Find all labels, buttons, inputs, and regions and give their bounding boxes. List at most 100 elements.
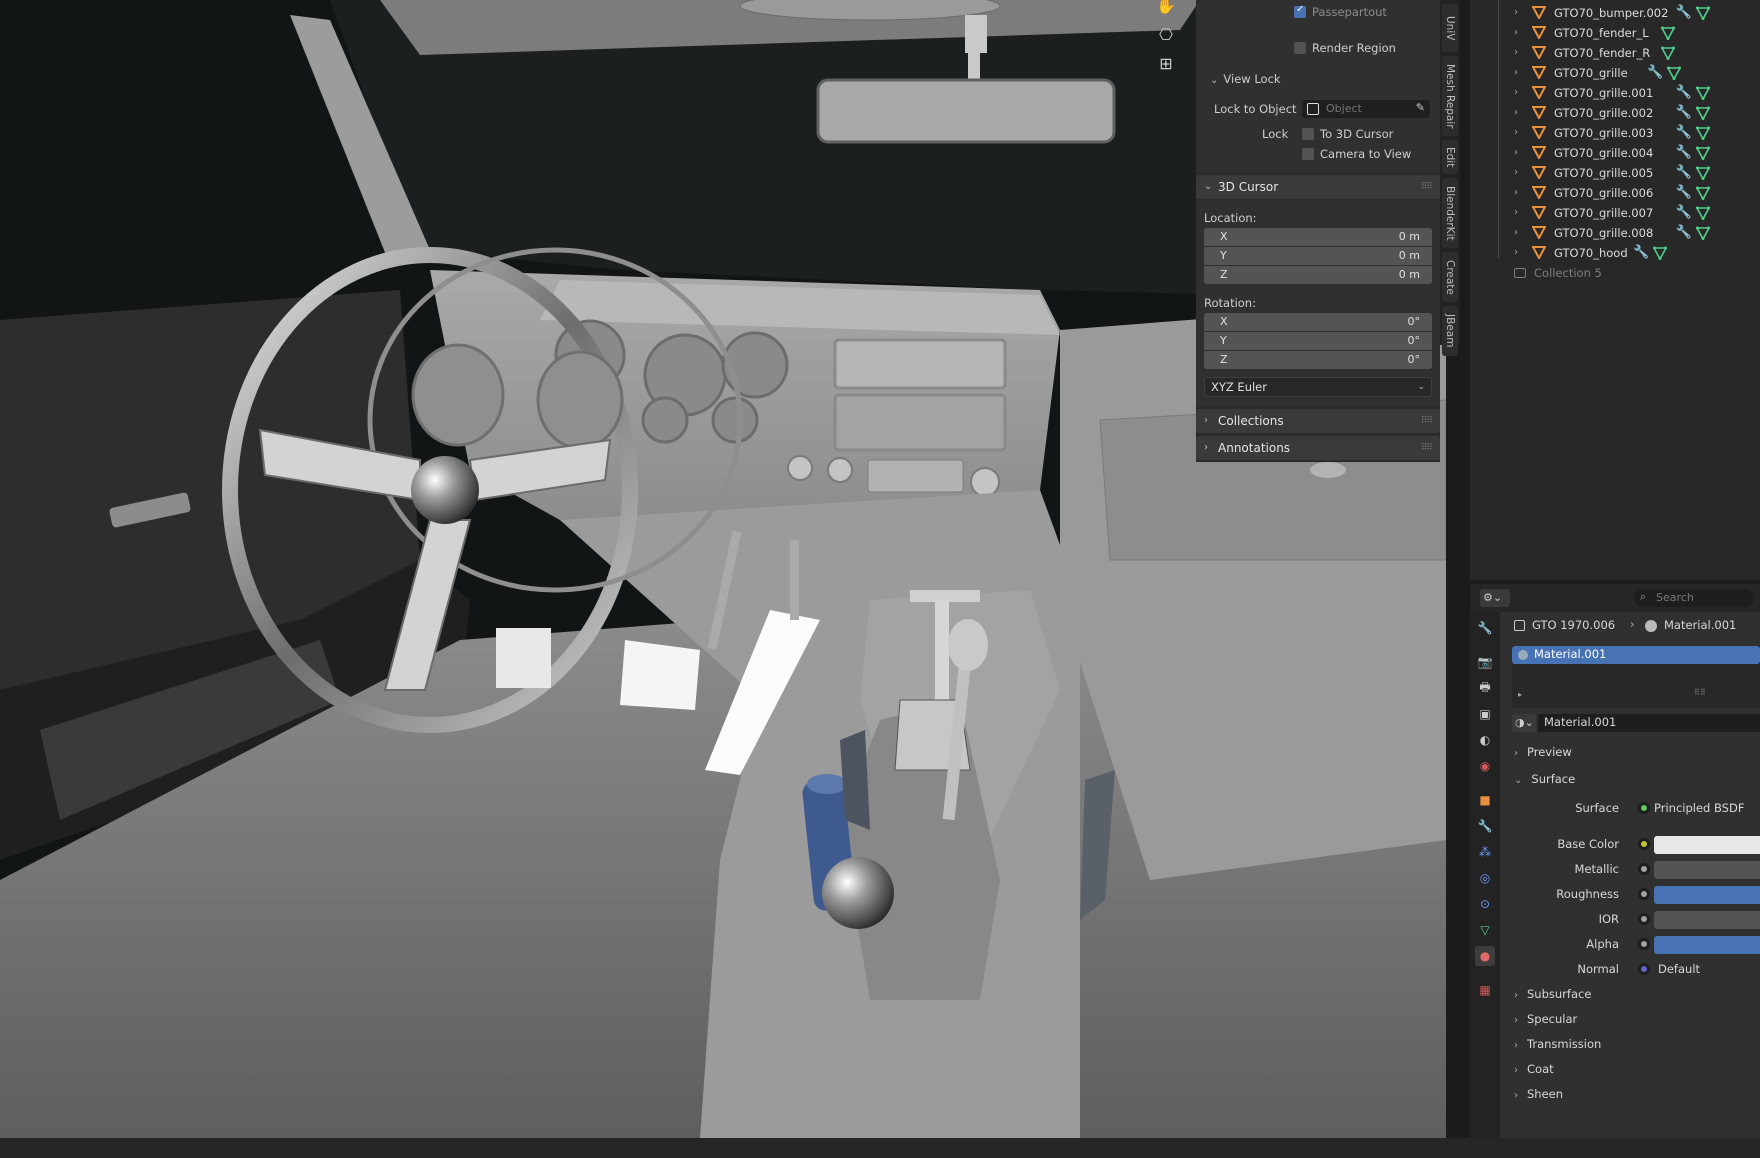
rotation-mode-dropdown[interactable]: XYZ Euler ⌄	[1204, 377, 1432, 397]
cursor-rotation-y[interactable]: Y 0°	[1204, 332, 1432, 350]
modifier-wrench-icon[interactable]: 🔧	[1676, 143, 1692, 163]
expand-chevron-icon[interactable]: ›	[1514, 183, 1518, 203]
cursor-location-x[interactable]: X0 m	[1204, 228, 1432, 246]
view-layer-tab-icon[interactable]: ▣	[1475, 704, 1495, 724]
annotations-panel-header[interactable]: › Annotations ⠿⠿	[1196, 436, 1440, 460]
mesh-data-icon[interactable]	[1695, 206, 1710, 220]
outliner-row[interactable]: › GTO70_grille.007 🔧	[1470, 203, 1760, 223]
material-slot-selected[interactable]: Material.001	[1512, 646, 1760, 664]
modifier-wrench-icon[interactable]: 🔧	[1647, 63, 1663, 83]
outliner-row[interactable]: › GTO70_grille.002 🔧	[1470, 103, 1760, 123]
mesh-data-icon[interactable]	[1695, 126, 1710, 140]
ior-field[interactable]	[1654, 911, 1760, 929]
material-browse-button[interactable]: ◑⌄	[1512, 714, 1536, 732]
alpha-slider[interactable]	[1654, 936, 1760, 954]
expand-arrow-icon[interactable]: ▸	[1518, 690, 1522, 699]
normal-input[interactable]: Default	[1658, 962, 1700, 976]
material-name-field[interactable]: Material.001	[1538, 714, 1760, 732]
metallic-slider[interactable]	[1654, 861, 1760, 879]
render-tab-icon[interactable]: 📷	[1475, 652, 1495, 672]
metallic-socket-icon[interactable]	[1638, 863, 1650, 875]
tab-blenderkit[interactable]: BlenderKit	[1442, 178, 1458, 248]
editor-type-dropdown[interactable]: ⚙⌄	[1480, 589, 1510, 607]
modifier-wrench-icon[interactable]: 🔧	[1676, 223, 1692, 243]
expand-chevron-icon[interactable]: ›	[1514, 203, 1518, 223]
outliner-row[interactable]: › GTO70_grille.001 🔧	[1470, 83, 1760, 103]
surface-socket-icon[interactable]	[1638, 802, 1650, 814]
modifier-wrench-icon[interactable]: 🔧	[1676, 163, 1692, 183]
expand-chevron-icon[interactable]: ›	[1514, 143, 1518, 163]
outliner-row[interactable]: › GTO70_fender_R	[1470, 43, 1760, 63]
outliner[interactable]: › GTO70_bumper.002 🔧 › GTO70_fender_L › GTO70_…	[1470, 0, 1760, 580]
modifier-wrench-icon[interactable]: 🔧	[1676, 203, 1692, 223]
view-lock-subpanel-header[interactable]: ⌄ View Lock	[1210, 72, 1281, 86]
modifier-wrench-icon[interactable]: 🔧	[1676, 3, 1692, 23]
transmission-panel-header[interactable]: › Transmission	[1514, 1037, 1601, 1051]
scene-tab-icon[interactable]: ◐	[1475, 730, 1495, 750]
mesh-data-icon[interactable]	[1661, 26, 1676, 40]
sheen-panel-header[interactable]: › Sheen	[1514, 1087, 1563, 1101]
cursor-rotation-x[interactable]: X 0°	[1204, 313, 1432, 331]
eyedropper-icon[interactable]: ✎	[1416, 101, 1425, 114]
tab-univ[interactable]: UniV	[1442, 4, 1458, 52]
mesh-data-icon[interactable]	[1695, 226, 1710, 240]
expand-chevron-icon[interactable]: ›	[1514, 83, 1518, 103]
object-tab-icon[interactable]: ■	[1475, 790, 1495, 810]
to-3d-cursor-checkbox[interactable]: To 3D Cursor	[1302, 127, 1393, 141]
modifier-wrench-icon[interactable]: 🔧	[1633, 243, 1649, 263]
collection-row[interactable]: Collection 5	[1470, 264, 1760, 284]
modifier-wrench-icon[interactable]: 🔧	[1676, 123, 1692, 143]
particles-tab-icon[interactable]: ⁂	[1475, 842, 1495, 862]
mesh-data-icon[interactable]	[1695, 106, 1710, 120]
outliner-row[interactable]: › GTO70_grille.004 🔧	[1470, 143, 1760, 163]
material-slot-list[interactable]: Material.001 ▸ ⠿⠿	[1512, 646, 1760, 708]
render-region-checkbox[interactable]: Render Region	[1294, 41, 1396, 55]
mesh-data-icon[interactable]	[1661, 46, 1676, 60]
modifier-wrench-icon[interactable]: 🔧	[1676, 83, 1692, 103]
surface-shader-dropdown[interactable]: Principled BSDF	[1654, 801, 1744, 815]
alpha-socket-icon[interactable]	[1638, 938, 1650, 950]
expand-chevron-icon[interactable]: ›	[1514, 43, 1518, 63]
expand-chevron-icon[interactable]: ›	[1514, 123, 1518, 143]
expand-chevron-icon[interactable]: ›	[1514, 103, 1518, 123]
drag-grip-icon[interactable]: ⠿⠿	[1421, 436, 1433, 460]
outliner-row[interactable]: › GTO70_grille.008 🔧	[1470, 223, 1760, 243]
expand-chevron-icon[interactable]: ›	[1514, 23, 1518, 43]
modifier-tab-icon[interactable]: 🔧	[1475, 816, 1495, 836]
mesh-data-icon[interactable]	[1653, 246, 1667, 260]
outliner-row[interactable]: › GTO70_bumper.002 🔧	[1470, 3, 1760, 23]
data-tab-icon[interactable]: ▽	[1475, 920, 1495, 940]
tab-jbeam[interactable]: JBeam	[1442, 306, 1458, 356]
expand-chevron-icon[interactable]: ›	[1514, 3, 1518, 23]
cursor-rotation-z[interactable]: Z 0°	[1204, 351, 1432, 369]
roughness-socket-icon[interactable]	[1638, 888, 1650, 900]
expand-chevron-icon[interactable]: ›	[1514, 223, 1518, 243]
3d-cursor-panel-header[interactable]: ⌄ 3D Cursor ⠿⠿	[1196, 175, 1440, 199]
base-color-socket-icon[interactable]	[1638, 838, 1650, 850]
cursor-location-z[interactable]: Z0 m	[1204, 266, 1432, 284]
surface-panel-header[interactable]: ⌄ Surface	[1514, 772, 1575, 786]
expand-chevron-icon[interactable]: ›	[1514, 163, 1518, 183]
pan-hand-icon[interactable]: ✋	[1153, 0, 1179, 18]
tab-edit[interactable]: Edit	[1442, 140, 1458, 174]
list-resize-grip-icon[interactable]: ⠿⠿	[1694, 688, 1706, 697]
tool-tab-icon[interactable]: 🔧	[1475, 618, 1495, 638]
tab-create[interactable]: Create	[1442, 252, 1458, 302]
tab-mesh-repair[interactable]: Mesh Repair	[1442, 56, 1458, 136]
expand-chevron-icon[interactable]: ›	[1514, 63, 1518, 83]
camera-to-view-checkbox[interactable]: Camera to View	[1302, 147, 1411, 161]
modifier-wrench-icon[interactable]: 🔧	[1676, 103, 1692, 123]
cursor-location-y[interactable]: Y0 m	[1204, 247, 1432, 265]
properties-search-input[interactable]: ⌕ Search	[1634, 589, 1754, 607]
roughness-slider[interactable]	[1654, 886, 1760, 904]
mesh-data-icon[interactable]	[1695, 186, 1710, 200]
material-tab-icon[interactable]: ●	[1475, 946, 1495, 966]
output-tab-icon[interactable]: 🖶	[1475, 678, 1495, 698]
subsurface-panel-header[interactable]: › Subsurface	[1514, 987, 1591, 1001]
coat-panel-header[interactable]: › Coat	[1514, 1062, 1554, 1076]
outliner-row[interactable]: › GTO70_hood 🔧	[1470, 243, 1760, 263]
passepartout-checkbox[interactable]: Passepartout	[1294, 4, 1387, 19]
constraints-tab-icon[interactable]: ⊙	[1475, 894, 1495, 914]
outliner-row[interactable]: › GTO70_grille.005 🔧	[1470, 163, 1760, 183]
texture-tab-icon[interactable]: ▦	[1475, 980, 1495, 1000]
